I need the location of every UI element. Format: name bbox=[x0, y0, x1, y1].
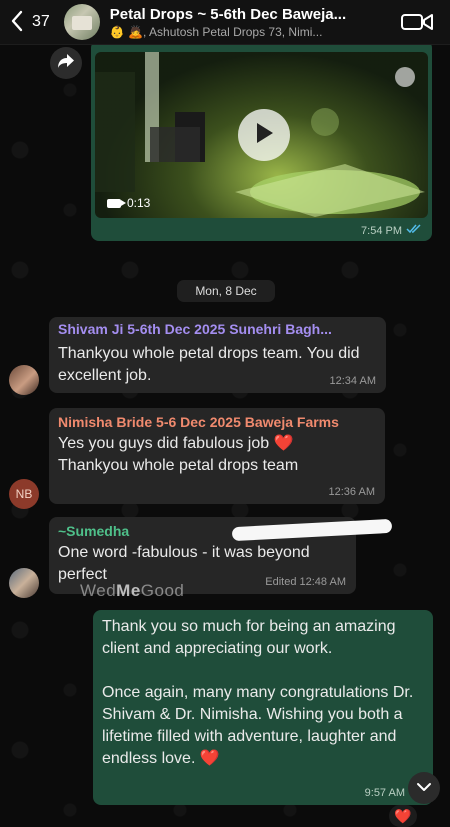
double-check-icon bbox=[406, 224, 422, 237]
play-button[interactable] bbox=[238, 109, 290, 161]
message-text: Yes you guys did fabulous job ❤️ Thankyo… bbox=[58, 433, 378, 477]
chat-title-area[interactable]: Petal Drops ~ 5-6th Dec Baweja... 👶 🙇, A… bbox=[110, 6, 400, 39]
video-icon bbox=[107, 198, 126, 208]
video-duration: 0:13 bbox=[107, 196, 150, 210]
outgoing-message-bubble[interactable]: Thank you so much for being an amazing c… bbox=[93, 610, 433, 805]
message-paragraph: Thank you so much for being an amazing c… bbox=[102, 618, 396, 657]
message-text: Thank you so much for being an amazing c… bbox=[102, 616, 428, 770]
forward-button[interactable] bbox=[50, 47, 82, 79]
watermark-part: Good bbox=[140, 581, 185, 600]
chat-participants: 👶 🙇, Ashutosh Petal Drops 73, Nimi... bbox=[109, 24, 323, 39]
sender-name[interactable]: Nimisha Bride 5-6 Dec 2025 Baweja Farms bbox=[58, 414, 378, 430]
message-line: Thankyou whole petal drops team bbox=[58, 457, 299, 474]
video-thumbnail[interactable]: 0:13 bbox=[95, 52, 428, 218]
sender-name[interactable]: ~Sumedha bbox=[58, 523, 228, 539]
chevron-left-icon bbox=[10, 10, 26, 35]
forward-icon bbox=[57, 53, 75, 74]
chat-header: 37 Petal Drops ~ 5-6th Dec Baweja... 👶 🙇… bbox=[0, 0, 450, 45]
time-label: 7:54 PM bbox=[361, 224, 402, 237]
message-time: 9:57 AM bbox=[364, 787, 405, 799]
avatar[interactable] bbox=[9, 365, 39, 395]
watermark-part: Me bbox=[116, 581, 141, 600]
group-avatar[interactable] bbox=[63, 4, 100, 40]
play-icon bbox=[254, 122, 274, 149]
message-bubble[interactable]: Shivam Ji 5-6th Dec 2025 Sunehri Bagh...… bbox=[49, 317, 386, 393]
reaction-badge[interactable]: ❤️ bbox=[389, 805, 417, 827]
unread-count: 37 bbox=[32, 13, 50, 30]
message-time: 7:54 PM bbox=[361, 224, 422, 237]
avatar[interactable] bbox=[9, 568, 39, 598]
chevron-down-icon bbox=[416, 779, 432, 797]
avatar[interactable]: NB bbox=[9, 479, 39, 509]
message-time: Edited 12:48 AM bbox=[265, 576, 346, 588]
scroll-to-bottom-button[interactable] bbox=[408, 772, 440, 804]
video-camera-icon[interactable] bbox=[400, 10, 436, 34]
message-bubble[interactable]: Nimisha Bride 5-6 Dec 2025 Baweja Farms … bbox=[49, 408, 385, 504]
watermark-part: Wed bbox=[80, 581, 117, 600]
message-line: Yes you guys did fabulous job ❤️ bbox=[58, 435, 294, 452]
video-message-bubble[interactable]: 0:13 7:54 PM bbox=[91, 40, 432, 241]
message-time: 12:36 AM bbox=[328, 486, 375, 498]
date-divider: Mon, 8 Dec bbox=[177, 280, 275, 302]
back-button[interactable]: 37 bbox=[10, 10, 50, 35]
message-paragraph: Once again, many many congratulations Dr… bbox=[102, 684, 414, 767]
chat-title: Petal Drops ~ 5-6th Dec Baweja... bbox=[109, 5, 347, 23]
duration-label: 0:13 bbox=[127, 196, 151, 210]
message-time: 12:34 AM bbox=[329, 375, 376, 387]
sender-name[interactable]: Shivam Ji 5-6th Dec 2025 Sunehri Bagh... bbox=[58, 321, 376, 337]
watermark: WedMeGood bbox=[80, 581, 184, 601]
